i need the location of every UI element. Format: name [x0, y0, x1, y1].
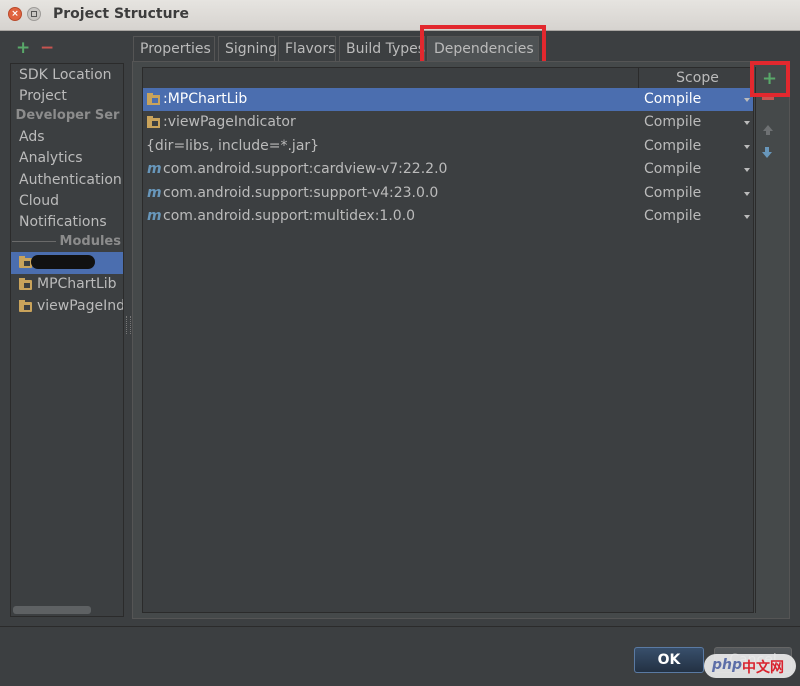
scope-value[interactable]: Compile [644, 161, 701, 177]
chevron-down-icon[interactable] [744, 98, 750, 102]
section-developer-services: Developer Ser [11, 108, 121, 123]
add-dependency-highlight [750, 61, 790, 97]
window-title: Project Structure [53, 6, 189, 22]
section-developer-services-label: Developer Ser [15, 108, 120, 123]
module-item-viewpageindicator[interactable]: viewPageInd [11, 296, 123, 318]
module-folder-icon [147, 93, 160, 105]
sidebar-item-cloud[interactable]: Cloud [19, 193, 59, 209]
section-modules-label: Modules [59, 234, 121, 249]
dialog-footer: OK Cancel php 中文网 [0, 626, 800, 686]
dependency-name: com.android.support:cardview-v7:22.2.0 [163, 161, 448, 177]
dependency-toolbar: + [755, 67, 786, 613]
sidebar-horizontal-scrollbar[interactable] [13, 606, 91, 614]
table-header: Scope [143, 68, 753, 89]
add-module-button[interactable]: + [16, 40, 30, 57]
watermark-php: php [712, 657, 743, 673]
sidebar-item-ads[interactable]: Ads [19, 129, 45, 145]
remove-module-button[interactable]: − [40, 40, 54, 57]
watermark-cn: 中文网 [742, 660, 784, 676]
panel-splitter-handle[interactable] [126, 316, 131, 334]
dependency-name: com.android.support:support-v4:23.0.0 [163, 185, 439, 201]
dependency-name: :MPChartLib [163, 91, 248, 107]
dependency-row-jar-files[interactable]: {dir=libs, include=*.jar} Compile [143, 135, 753, 158]
remove-dependency-button[interactable] [762, 97, 774, 100]
watermark-logo: php 中文网 [704, 654, 796, 678]
tab-properties[interactable]: Properties [133, 36, 215, 61]
maven-library-icon: m [147, 208, 162, 224]
tab-signing[interactable]: Signing [218, 36, 277, 61]
title-bar: × Project Structure [0, 0, 800, 31]
dependency-row-multidex[interactable]: m com.android.support:multidex:1.0.0 Com… [143, 205, 753, 228]
chevron-down-icon[interactable] [744, 192, 750, 196]
module-folder-icon [147, 116, 160, 128]
module-folder-icon [19, 256, 32, 268]
chevron-down-icon[interactable] [744, 168, 750, 172]
module-item-app[interactable] [11, 252, 123, 274]
scope-column-header[interactable]: Scope [638, 68, 753, 88]
close-window-button[interactable]: × [8, 7, 22, 21]
sidebar-item-authentication[interactable]: Authentication [19, 172, 122, 188]
tab-build-types[interactable]: Build Types [339, 36, 425, 61]
move-up-icon[interactable] [763, 125, 773, 135]
dependencies-panel: Scope :MPChartLib Compile :viewPageIndic… [132, 61, 790, 619]
dependency-name: {dir=libs, include=*.jar} [146, 138, 320, 154]
maven-library-icon: m [147, 185, 162, 201]
sidebar-item-sdk-location[interactable]: SDK Location [19, 67, 112, 83]
section-modules: Modules [11, 234, 121, 249]
dependency-row-viewpageindicator[interactable]: :viewPageIndicator Compile [143, 111, 753, 134]
maven-library-icon: m [147, 161, 162, 177]
dependency-row-cardview[interactable]: m com.android.support:cardview-v7:22.2.0… [143, 158, 753, 181]
chevron-down-icon[interactable] [744, 145, 750, 149]
scope-value[interactable]: Compile [644, 185, 701, 201]
chevron-down-icon[interactable] [744, 121, 750, 125]
dependency-name: com.android.support:multidex:1.0.0 [163, 208, 416, 224]
redacted-module-name [31, 255, 95, 269]
project-sidebar: SDK Location Project Developer Ser Ads A… [10, 63, 124, 617]
move-down-icon[interactable] [762, 147, 772, 158]
dependency-row-support-v4[interactable]: m com.android.support:support-v4:23.0.0 … [143, 182, 753, 205]
sidebar-item-analytics[interactable]: Analytics [19, 150, 83, 166]
module-label: viewPageInd [37, 298, 124, 314]
module-folder-icon [19, 278, 32, 290]
module-folder-icon [19, 300, 32, 312]
maximize-window-button[interactable] [27, 7, 41, 21]
dependencies-table: Scope :MPChartLib Compile :viewPageIndic… [142, 67, 754, 613]
scope-value[interactable]: Compile [644, 114, 701, 130]
dependency-row-mpchartlib[interactable]: :MPChartLib Compile [143, 88, 753, 111]
dependency-name: :viewPageIndicator [163, 114, 296, 130]
module-item-mpchartlib[interactable]: MPChartLib [11, 274, 123, 296]
module-label: MPChartLib [37, 276, 117, 292]
scope-value[interactable]: Compile [644, 91, 701, 107]
tab-flavors[interactable]: Flavors [278, 36, 336, 61]
scope-value[interactable]: Compile [644, 208, 701, 224]
scope-value[interactable]: Compile [644, 138, 701, 154]
sidebar-item-project[interactable]: Project [19, 88, 67, 104]
chevron-down-icon[interactable] [744, 215, 750, 219]
ok-button[interactable]: OK [634, 647, 704, 673]
sidebar-item-notifications[interactable]: Notifications [19, 214, 107, 230]
